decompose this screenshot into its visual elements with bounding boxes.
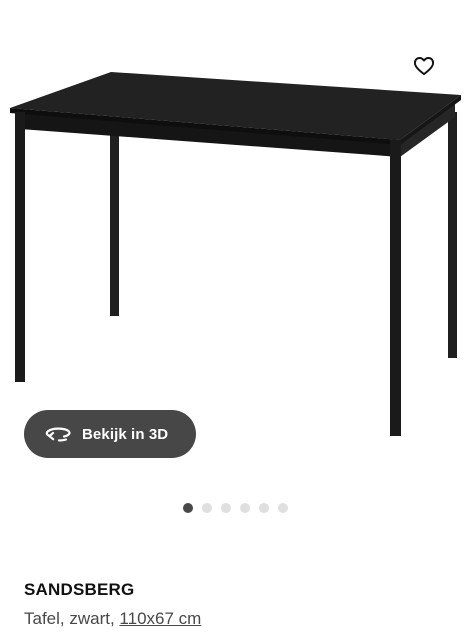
heart-outline-icon: [413, 57, 435, 76]
product-description-text: Tafel, zwart,: [24, 609, 120, 628]
table-leg-back-left: [110, 128, 119, 316]
pagination-dot-2[interactable]: [202, 503, 212, 513]
table-leg-front-right: [390, 140, 401, 436]
product-gallery[interactable]: Bekijk in 3D: [0, 0, 473, 540]
pagination-dot-4[interactable]: [240, 503, 250, 513]
pagination-dot-3[interactable]: [221, 503, 231, 513]
product-image: [10, 72, 461, 436]
table-leg-front-left: [15, 112, 25, 382]
table-leg-back-right: [448, 112, 457, 358]
image-pagination[interactable]: [183, 503, 288, 513]
pagination-dot-6[interactable]: [278, 503, 288, 513]
view-3d-label: Bekijk in 3D: [82, 425, 169, 443]
pagination-dot-1[interactable]: [183, 503, 193, 513]
rotate-3d-icon: [44, 424, 72, 444]
product-size-link[interactable]: 110x67 cm: [119, 609, 201, 628]
pagination-dot-5[interactable]: [259, 503, 269, 513]
favorite-button[interactable]: [408, 50, 440, 82]
product-name: SANDSBERG: [24, 580, 135, 599]
view-3d-button[interactable]: Bekijk in 3D: [24, 410, 196, 458]
product-page: Bekijk in 3D SANDSBERG Tafel, zwart, 110…: [0, 0, 473, 633]
product-description: Tafel, zwart, 110x67 cm: [24, 609, 201, 629]
